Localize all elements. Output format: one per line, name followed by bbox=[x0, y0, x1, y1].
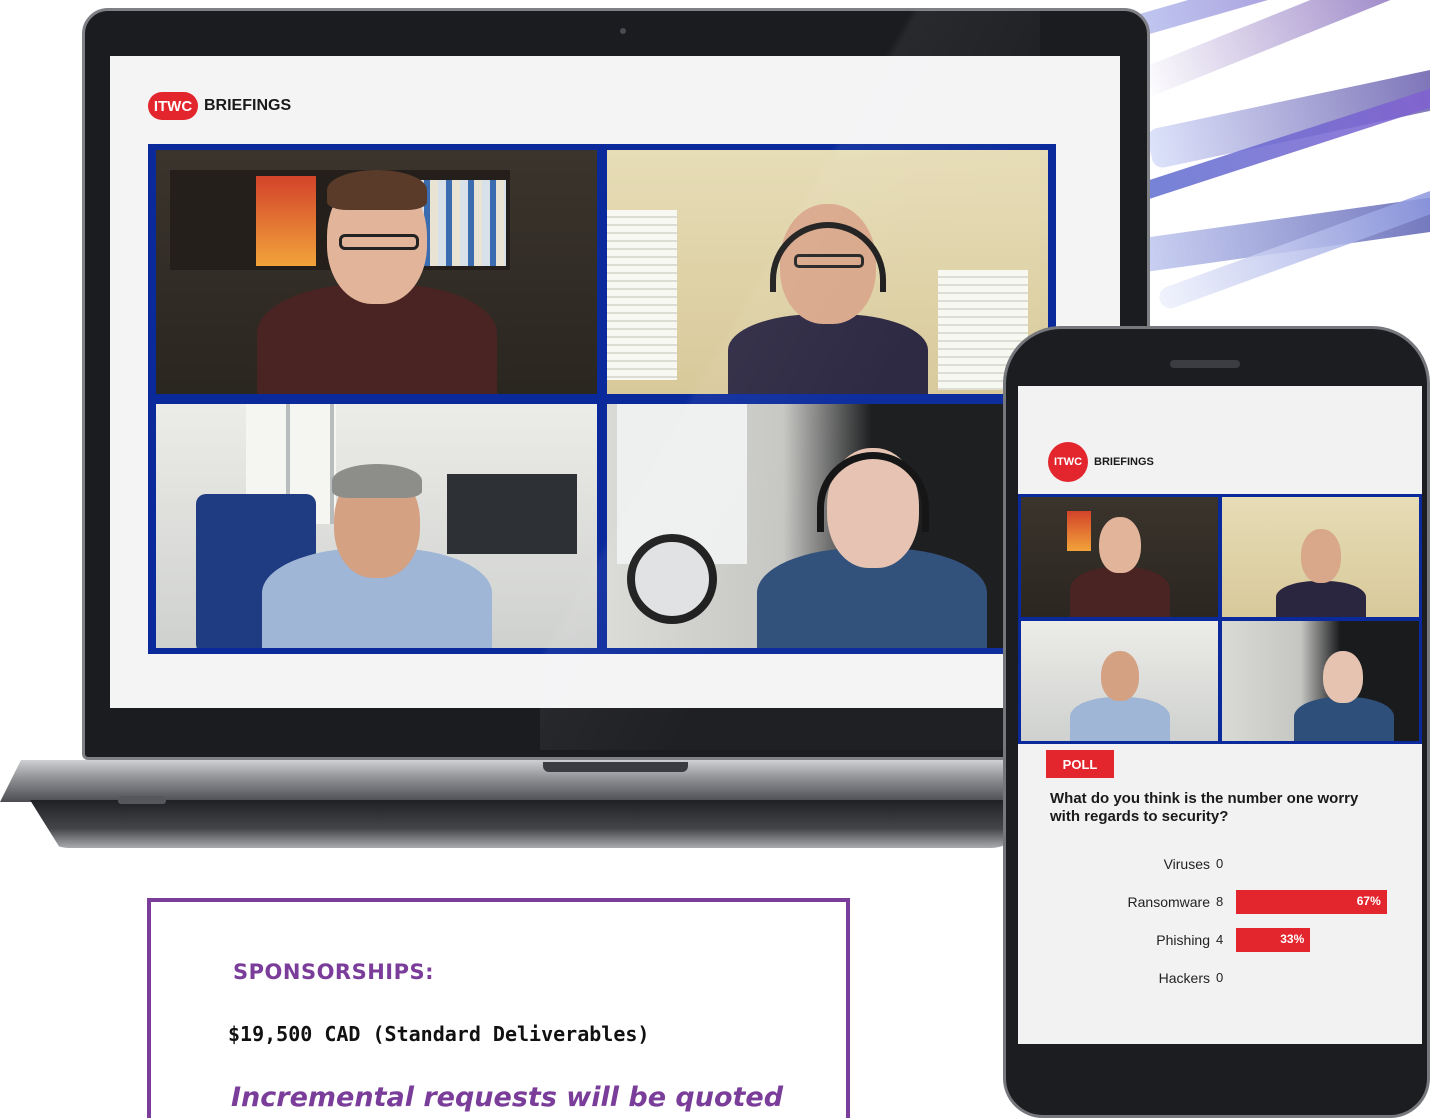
poll-option-row: Ransomware 8 67% bbox=[1018, 890, 1422, 918]
poll-option-percent: 67% bbox=[1356, 894, 1381, 908]
laptop-notch bbox=[543, 762, 688, 772]
poll-option-label: Phishing bbox=[1156, 932, 1210, 948]
person-guest-grey-hair bbox=[1065, 641, 1175, 741]
promo-stage: ITWC BRIEFINGS ITWC BRIEFINGS POLL What … bbox=[0, 0, 1430, 1118]
poll-option-label: Ransomware bbox=[1127, 894, 1210, 910]
person-guest-bald bbox=[747, 428, 997, 648]
headset-icon bbox=[816, 452, 929, 532]
head bbox=[1300, 529, 1341, 583]
phone-screen: ITWC BRIEFINGS POLL What do you think is… bbox=[1018, 386, 1422, 1044]
brand-header: ITWC BRIEFINGS bbox=[148, 92, 291, 120]
head bbox=[1323, 651, 1364, 703]
window bbox=[607, 210, 677, 380]
hair bbox=[326, 170, 427, 210]
video-tile-guest-bald[interactable] bbox=[607, 404, 1048, 648]
poll-option-count: 0 bbox=[1216, 856, 1224, 871]
usb-port-icon bbox=[118, 796, 166, 804]
torso bbox=[727, 314, 928, 394]
phone-tile-guest-headset[interactable] bbox=[1222, 497, 1419, 617]
laptop-screen: ITWC BRIEFINGS bbox=[110, 56, 1120, 708]
phone-video-grid bbox=[1018, 494, 1422, 744]
torso bbox=[1069, 567, 1170, 617]
person-guest-headset bbox=[1266, 517, 1376, 617]
phone-speaker bbox=[1170, 360, 1240, 368]
phone-brand-header: ITWC BRIEFINGS bbox=[1048, 442, 1154, 482]
person-host bbox=[247, 164, 507, 394]
brand-wordmark: BRIEFINGS bbox=[1094, 456, 1154, 468]
poll-option-percent: 33% bbox=[1280, 932, 1305, 946]
poll-option-count: 4 bbox=[1216, 932, 1224, 947]
poll-option-bar: 33% bbox=[1236, 928, 1311, 952]
itwc-logo: ITWC bbox=[148, 92, 198, 120]
background-art bbox=[1120, 0, 1430, 360]
phone-tile-host[interactable] bbox=[1021, 497, 1218, 617]
phone-tile-guest-grey-hair[interactable] bbox=[1021, 621, 1218, 741]
video-tile-guest-grey-hair[interactable] bbox=[156, 404, 597, 648]
laptop-foot bbox=[30, 800, 1030, 848]
poll-option-count: 0 bbox=[1216, 970, 1224, 985]
video-tile-host[interactable] bbox=[156, 150, 597, 394]
torso bbox=[1275, 581, 1366, 617]
poll-badge: POLL bbox=[1046, 750, 1114, 778]
sponsorship-title: SPONSORSHIPS: bbox=[233, 960, 435, 984]
microphone-icon bbox=[627, 534, 717, 624]
torso bbox=[1069, 697, 1170, 741]
head bbox=[1100, 651, 1139, 701]
poll-option-count: 8 bbox=[1216, 894, 1224, 909]
person-guest-grey-hair bbox=[252, 448, 502, 648]
brand-wordmark: BRIEFINGS bbox=[204, 97, 292, 114]
sponsorship-box: SPONSORSHIPS: $19,500 CAD (Standard Deli… bbox=[147, 898, 850, 1118]
itwc-logo: ITWC bbox=[1048, 442, 1088, 482]
hair bbox=[331, 464, 422, 498]
webcam-icon bbox=[620, 28, 626, 34]
poll-option-row: Phishing 4 33% bbox=[1018, 928, 1422, 956]
poll-option-row: Viruses 0 bbox=[1018, 852, 1422, 880]
poll-option-row: Hackers 0 bbox=[1018, 966, 1422, 994]
person-guest-bald bbox=[1289, 641, 1399, 741]
person-host bbox=[1065, 507, 1175, 617]
person-guest-headset bbox=[708, 174, 948, 394]
glasses-icon bbox=[793, 254, 864, 268]
poll-option-label: Viruses bbox=[1163, 856, 1210, 872]
phone-tile-guest-bald[interactable] bbox=[1222, 621, 1419, 741]
torso bbox=[1294, 697, 1395, 741]
head bbox=[1098, 517, 1141, 573]
glasses-icon bbox=[338, 234, 419, 250]
poll-option-label: Hackers bbox=[1158, 970, 1210, 986]
sponsorship-price: $19,500 CAD (Standard Deliverables) bbox=[228, 1022, 650, 1046]
video-tile-guest-headset[interactable] bbox=[607, 150, 1048, 394]
sponsorship-note: Incremental requests will be quoted bbox=[231, 1082, 784, 1113]
poll-question: What do you think is the number one worr… bbox=[1050, 790, 1359, 825]
poll-option-bar: 67% bbox=[1236, 890, 1387, 914]
video-grid bbox=[148, 144, 1056, 654]
